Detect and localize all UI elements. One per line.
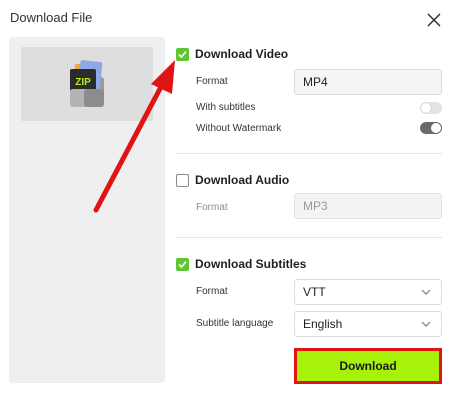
svg-text:ZIP: ZIP xyxy=(75,77,91,88)
with-subtitles-toggle[interactable] xyxy=(420,102,442,114)
video-section-label: Download Video xyxy=(195,47,289,61)
subtitle-language-value: English xyxy=(303,317,343,331)
with-subtitles-label: With subtitles xyxy=(196,102,256,113)
video-checkbox[interactable] xyxy=(176,47,189,61)
preview-panel: ZIP xyxy=(9,37,165,383)
download-button[interactable]: Download xyxy=(294,348,442,384)
chevron-down-icon xyxy=(421,321,431,327)
download-audio-toggle[interactable]: Download Audio xyxy=(176,172,289,188)
subtitle-format-select[interactable]: VTT xyxy=(294,279,442,305)
subtitles-checkbox[interactable] xyxy=(176,257,189,271)
check-icon xyxy=(178,260,187,268)
download-video-toggle[interactable]: Download Video xyxy=(176,46,288,62)
without-watermark-toggle[interactable] xyxy=(420,122,442,134)
without-watermark-label: Without Watermark xyxy=(196,123,282,134)
subtitles-section-label: Download Subtitles xyxy=(195,257,307,271)
dialog-title: Download File xyxy=(10,10,93,25)
subtitle-format-value: VTT xyxy=(303,285,326,299)
divider xyxy=(176,237,442,238)
subtitle-language-select[interactable]: English xyxy=(294,311,442,337)
subtitle-language-label: Subtitle language xyxy=(196,318,274,329)
file-preview: ZIP xyxy=(21,47,153,121)
chevron-down-icon xyxy=(421,289,431,295)
download-subtitles-toggle[interactable]: Download Subtitles xyxy=(176,256,306,272)
close-icon[interactable] xyxy=(426,12,442,28)
video-format-field[interactable]: MP4 xyxy=(294,69,442,95)
zip-file-icon: ZIP xyxy=(70,60,104,107)
video-format-label: Format xyxy=(196,76,228,87)
audio-format-field: MP3 xyxy=(294,193,442,219)
audio-section-label: Download Audio xyxy=(195,173,290,187)
audio-checkbox[interactable] xyxy=(176,173,189,187)
subtitle-format-label: Format xyxy=(196,286,228,297)
check-icon xyxy=(178,50,187,58)
audio-format-label: Format xyxy=(196,202,228,213)
divider xyxy=(176,153,442,154)
